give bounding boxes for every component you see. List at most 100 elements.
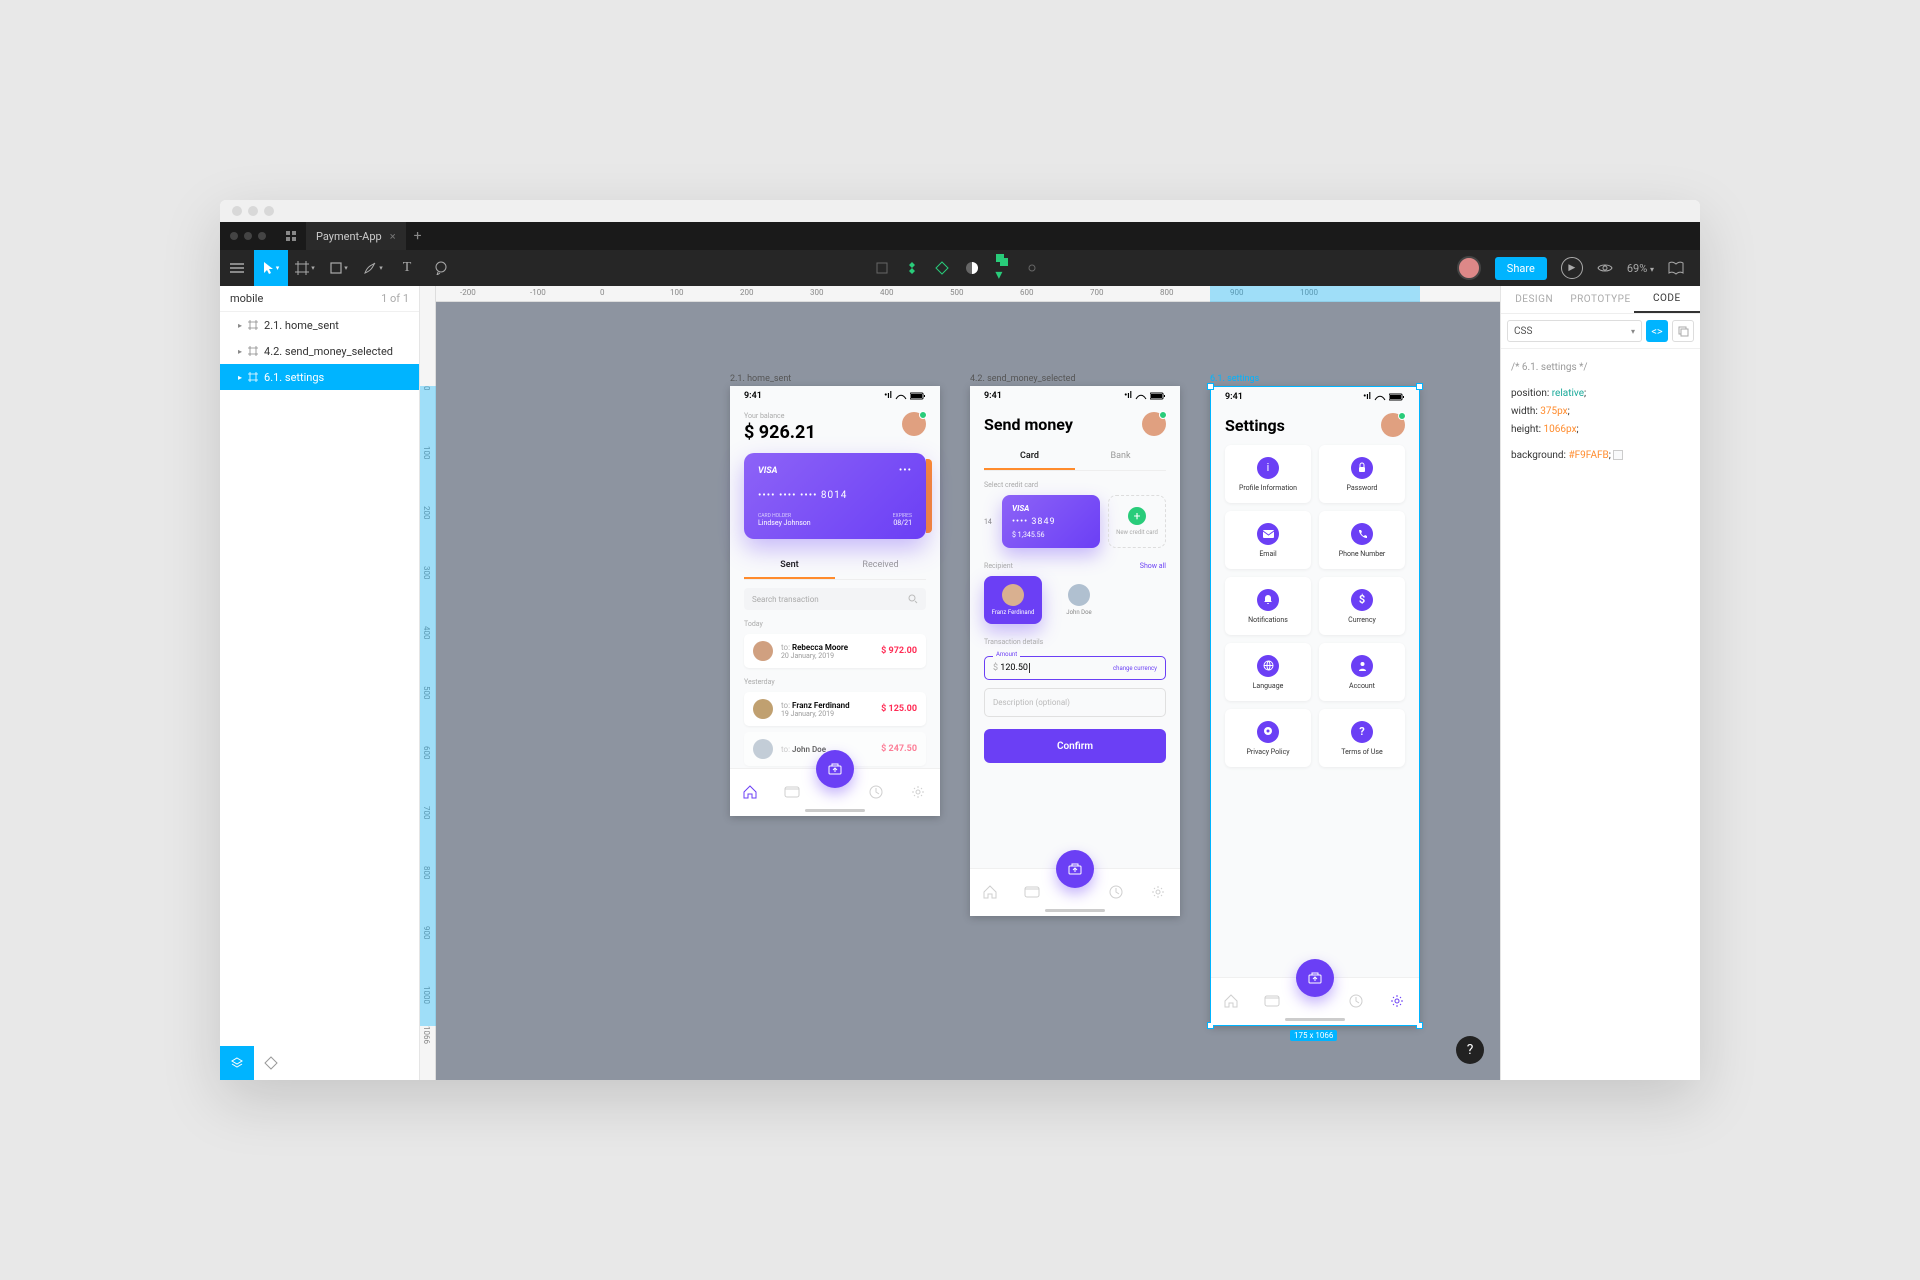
settings-icon[interactable] [1389,993,1407,1011]
document-tab[interactable]: Payment-App × [306,222,406,250]
zoom-level[interactable]: 69% ▾ [1627,262,1654,275]
fab-send-button[interactable] [1056,850,1094,888]
close-icon[interactable]: × [390,230,396,243]
wallet-icon[interactable] [784,784,802,802]
layers-tab-icon[interactable] [220,1046,254,1080]
home-icon[interactable] [982,884,1000,902]
artboard-label[interactable]: 2.1. home_sent [730,374,791,384]
balance-label: Your balance [744,412,816,420]
code-toggle-button[interactable]: <> [1646,320,1668,342]
wallet-icon[interactable] [1264,993,1282,1011]
new-card-button[interactable]: + New credit card [1108,495,1166,548]
search-transaction-input[interactable]: Search transaction [744,588,926,610]
settings-icon[interactable] [1150,884,1168,902]
tile-account[interactable]: Account [1319,643,1405,701]
instance-icon[interactable] [935,261,949,275]
tile-profile[interactable]: iProfile Information [1225,445,1311,503]
activity-icon[interactable] [868,784,886,802]
move-tool[interactable]: ▾ [254,250,288,286]
canvas[interactable]: -200 -100 0 100 200 300 400 500 600 700 … [420,286,1500,1080]
present-button[interactable]: ▶ [1561,257,1583,279]
avatar [1068,584,1090,606]
tab-bank[interactable]: Bank [1075,444,1166,470]
copy-button[interactable] [1672,320,1694,342]
activity-icon[interactable] [1108,884,1126,902]
bell-icon [1257,589,1279,611]
traffic-light-minimize[interactable] [248,206,258,216]
layer-send-money[interactable]: ▸ 4.2. send_money_selected [220,338,419,364]
profile-avatar[interactable] [1381,413,1405,437]
pages-header[interactable]: mobile 1 of 1 [220,286,419,312]
tab-design[interactable]: DESIGN [1501,286,1567,313]
tab-sent[interactable]: Sent [744,553,835,579]
layer-settings[interactable]: ▸ 6.1. settings [220,364,419,390]
frame-tool[interactable]: ▾ [288,250,322,286]
hamburger-menu-icon[interactable] [220,250,254,286]
layer-home-sent[interactable]: ▸ 2.1. home_sent [220,312,419,338]
plus-icon: + [1128,507,1146,525]
description-input[interactable]: Description (optional) [984,688,1166,717]
tab-card[interactable]: Card [984,444,1075,470]
fab-send-button[interactable] [1296,959,1334,997]
view-settings-icon[interactable] [1597,262,1613,274]
tile-terms[interactable]: ?Terms of Use [1319,709,1405,767]
mask-icon[interactable] [965,261,979,275]
home-icon[interactable] [1223,993,1241,1011]
tile-password[interactable]: Password [1319,445,1405,503]
user-avatar[interactable] [1457,256,1481,280]
settings-icon[interactable] [910,784,928,802]
recipient-card[interactable]: John Doe [1050,576,1108,624]
tile-notifications[interactable]: Notifications [1225,577,1311,635]
window-dot [258,232,266,240]
layers-panel: mobile 1 of 1 ▸ 2.1. home_sent ▸ 4.2. se… [220,286,420,1080]
code-language-select[interactable]: CSS▾ [1507,320,1642,342]
share-button[interactable]: Share [1495,257,1547,280]
artboard-settings[interactable]: 9:41 •ıl Settings iProfile Information P… [1210,386,1420,1026]
tile-privacy[interactable]: Privacy Policy [1225,709,1311,767]
comment-tool[interactable] [424,250,458,286]
credit-card[interactable]: VISA ••• •••• •••• •••• 8014 CARD HOLDER… [744,453,926,539]
tile-phone[interactable]: Phone Number [1319,511,1405,569]
artboard-label[interactable]: 4.2. send_money_selected [970,374,1076,384]
recipient-card[interactable]: Franz Ferdinand [984,576,1042,624]
profile-avatar[interactable] [902,412,926,436]
pen-tool[interactable]: ▾ [356,250,390,286]
component-icon[interactable] [875,261,889,275]
tile-language[interactable]: Language [1225,643,1311,701]
phone-icon [1351,523,1373,545]
change-currency-link[interactable]: change currency [1113,665,1157,672]
help-button[interactable]: ? [1456,1036,1484,1064]
traffic-light-zoom[interactable] [264,206,274,216]
tab-prototype[interactable]: PROTOTYPE [1567,286,1633,313]
card-menu-icon[interactable]: ••• [899,465,912,476]
transaction-row[interactable]: to: Rebecca Moore20 January, 2019 $ 972.… [744,634,926,668]
add-tab-button[interactable]: + [406,222,430,250]
artboard-send-money[interactable]: 9:41 •ıl Send money Card Bank Select cre… [970,386,1180,916]
tile-currency[interactable]: $Currency [1319,577,1405,635]
transaction-row[interactable]: to: Franz Ferdinand19 January, 2019 $ 12… [744,692,926,726]
confirm-button[interactable]: Confirm [984,729,1166,763]
home-icon[interactable] [276,222,306,250]
tab-code[interactable]: CODE [1634,286,1700,313]
link-icon[interactable] [1025,261,1039,275]
create-component-icon[interactable] [905,261,919,275]
tab-received[interactable]: Received [835,553,926,579]
artboard-label[interactable]: 6.1. settings [1210,374,1259,384]
amount-input[interactable]: Amount $ 120.50 change currency [984,656,1166,680]
assets-tab-icon[interactable] [254,1046,288,1080]
artboard-home[interactable]: 9:41 •ıl Your balance $ 926.21 [730,386,940,816]
wallet-icon[interactable] [1024,884,1042,902]
show-all-link[interactable]: Show all [1140,562,1166,570]
css-code-output[interactable]: /* 6.1. settings */ position: relative; … [1501,349,1700,475]
fab-send-button[interactable] [816,750,854,788]
text-tool[interactable]: T [390,250,424,286]
tile-email[interactable]: Email [1225,511,1311,569]
shape-tool[interactable]: ▾ [322,250,356,286]
library-icon[interactable] [1668,261,1684,275]
selected-card[interactable]: VISA •••• 3849 $ 1,345.56 [1002,495,1100,548]
profile-avatar[interactable] [1142,412,1166,436]
home-icon[interactable] [742,784,760,802]
boolean-icon[interactable]: ▾ [995,253,1009,283]
activity-icon[interactable] [1348,993,1366,1011]
traffic-light-close[interactable] [232,206,242,216]
